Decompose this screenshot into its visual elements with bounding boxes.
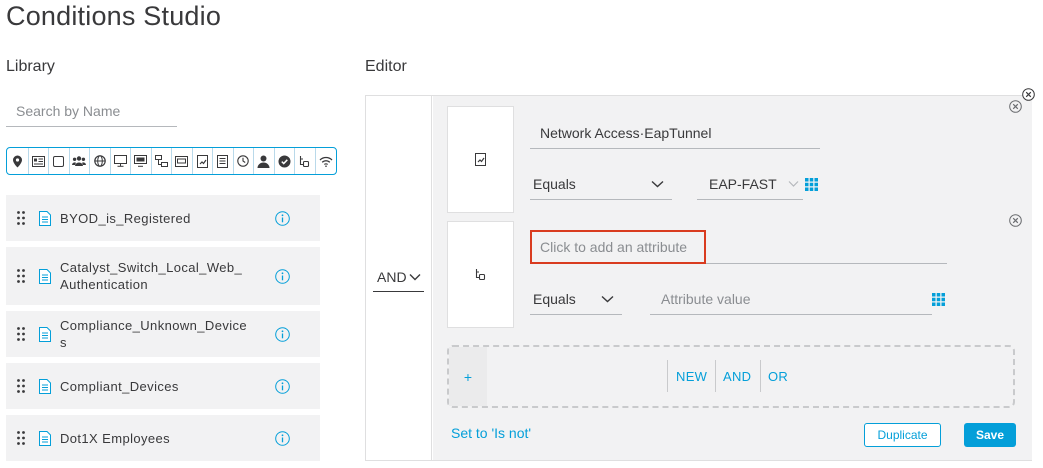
document-icon (39, 268, 51, 284)
add-condition-button[interactable]: + (449, 347, 487, 406)
library-item-name: Compliant_Devices (60, 378, 179, 394)
and-button[interactable]: AND (723, 361, 751, 391)
drag-handle-icon[interactable] (17, 379, 25, 393)
page-title: Conditions Studio (6, 1, 222, 31)
chevron-down-icon (651, 180, 664, 187)
drag-handle-icon[interactable] (17, 431, 25, 445)
certificate-icon (475, 153, 486, 166)
document-icon (39, 210, 51, 226)
library-item-name: Compliance_Unknown_Devices (60, 318, 248, 350)
divider (715, 360, 716, 392)
grid-icon[interactable] (932, 293, 945, 306)
chevron-down-icon (601, 295, 614, 302)
condition-dictionary-selector[interactable] (447, 221, 514, 328)
info-icon[interactable] (275, 210, 290, 226)
desktop-icon[interactable] (131, 148, 152, 174)
wifi-icon[interactable] (316, 148, 337, 174)
location-pin-icon[interactable] (8, 148, 29, 174)
list-document-icon[interactable] (213, 148, 234, 174)
value-select[interactable]: EAP-FAST (697, 168, 803, 200)
user-icon[interactable] (254, 148, 275, 174)
document-icon (39, 326, 51, 342)
attribute-value-placeholder: Attribute value (661, 290, 751, 307)
operator-select[interactable]: Equals (530, 283, 622, 315)
operator-value: Equals (533, 290, 576, 307)
attribute-field[interactable]: Network Access·EapTunnel (530, 117, 820, 149)
library-item[interactable]: BYOD_is_Registered (6, 195, 320, 241)
library-item[interactable]: Dot1X Employees (6, 415, 320, 461)
info-icon[interactable] (275, 378, 290, 394)
condition-dictionary-selector[interactable] (447, 106, 514, 213)
value-text: EAP-FAST (709, 175, 777, 192)
attribute-value: Network Access·EapTunnel (540, 124, 712, 141)
info-icon[interactable] (275, 430, 290, 446)
eap-tunnel-icon[interactable] (295, 148, 316, 174)
document-icon (39, 378, 51, 394)
document-icon (39, 430, 51, 446)
block-operator-value: AND (377, 268, 407, 285)
drag-handle-icon[interactable] (17, 211, 25, 225)
divider (760, 360, 761, 392)
library-item[interactable]: Catalyst_Switch_Local_Web_Authentication (6, 247, 320, 305)
drag-handle-icon[interactable] (17, 327, 25, 341)
set-is-not-link[interactable]: Set to 'Is not' (451, 425, 531, 441)
library-item[interactable]: Compliance_Unknown_Devices (6, 311, 320, 357)
info-icon[interactable] (275, 326, 290, 342)
editor-label: Editor (365, 58, 407, 75)
block-operator-select[interactable]: AND (373, 262, 424, 292)
operator-value: Equals (533, 175, 576, 192)
grid-icon[interactable] (805, 178, 818, 191)
certificate-icon[interactable] (193, 148, 213, 174)
library-search-input[interactable] (6, 96, 177, 127)
chevron-down-icon (409, 273, 421, 280)
attribute-field-highlight (530, 230, 706, 264)
id-card-icon[interactable] (29, 148, 49, 174)
globe-icon[interactable] (90, 148, 111, 174)
library-item-name: Dot1X Employees (60, 430, 171, 446)
save-button[interactable]: Save (964, 423, 1016, 447)
close-icon[interactable] (1009, 214, 1022, 227)
users-group-icon[interactable] (70, 148, 90, 174)
card-icon[interactable] (172, 148, 193, 174)
divider (667, 360, 668, 392)
close-icon[interactable] (1009, 100, 1022, 113)
attribute-value-input[interactable]: Attribute value (650, 283, 932, 315)
clock-icon[interactable] (234, 148, 254, 174)
library-list: BYOD_is_Registered Catalyst_Switch_Local… (6, 195, 320, 467)
library-item[interactable]: Compliant_Devices (6, 363, 320, 409)
operator-select[interactable]: Equals (530, 168, 672, 200)
or-button[interactable]: OR (768, 361, 788, 391)
new-button[interactable]: NEW (676, 361, 707, 391)
drag-handle-icon[interactable] (17, 269, 25, 283)
eap-tunnel-icon (475, 269, 486, 281)
shield-check-icon[interactable] (275, 148, 295, 174)
info-icon[interactable] (275, 268, 290, 284)
square-icon[interactable] (49, 148, 70, 174)
duplicate-button[interactable]: Duplicate (864, 423, 941, 447)
monitor-icon[interactable] (111, 148, 131, 174)
library-filter-bar (6, 147, 337, 175)
library-item-name: Catalyst_Switch_Local_Web_Authentication (60, 260, 243, 292)
close-icon[interactable] (1022, 88, 1035, 101)
library-label: Library (6, 58, 55, 75)
library-item-name: BYOD_is_Registered (60, 210, 191, 226)
chevron-down-icon (788, 180, 799, 187)
network-icon[interactable] (152, 148, 172, 174)
